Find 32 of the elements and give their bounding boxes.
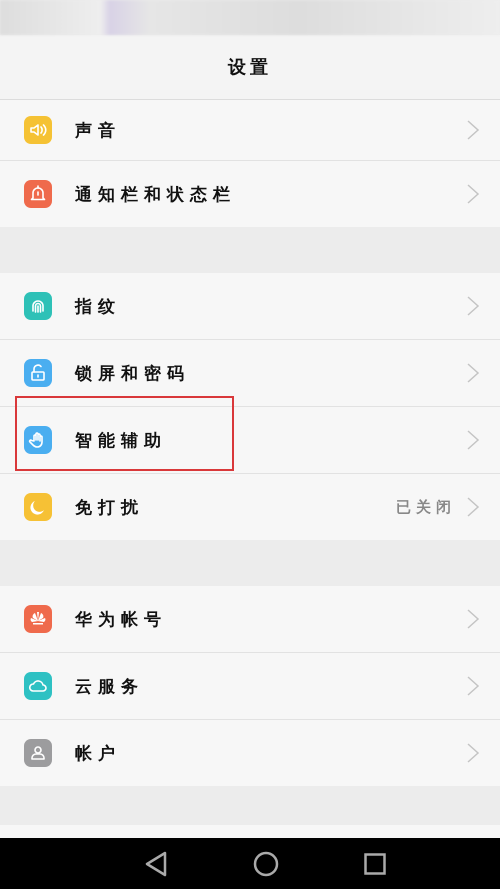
row-label: 华为帐号	[75, 608, 168, 630]
settings-row[interactable]: 通知栏和状态栏	[0, 161, 500, 227]
row-label: 声音	[75, 120, 122, 142]
recent-apps-icon[interactable]	[364, 852, 386, 874]
home-icon[interactable]	[253, 850, 279, 876]
row-label: 通知栏和状态栏	[75, 184, 237, 206]
row-label: 云服务	[75, 676, 145, 698]
chevron-right-icon	[466, 362, 480, 384]
chevron-right-icon	[466, 183, 480, 205]
settings-row[interactable]: 智能辅助	[0, 407, 500, 473]
row-label: 帐户	[75, 742, 122, 764]
chevron-right-icon	[466, 608, 480, 630]
row-label: 锁屏和密码	[75, 362, 191, 384]
settings-row[interactable]: 免打扰 已关闭	[0, 474, 500, 540]
chevron-right-icon	[466, 429, 480, 451]
settings-row[interactable]: 帐户	[0, 720, 500, 786]
settings-row[interactable]: 声音	[0, 100, 500, 160]
chevron-right-icon	[466, 742, 480, 764]
chevron-right-icon	[466, 295, 480, 317]
chevron-right-icon	[466, 496, 480, 518]
row-value: 已关闭	[396, 498, 456, 516]
chevron-right-icon	[466, 119, 480, 141]
settings-row[interactable]: 华为帐号	[0, 586, 500, 652]
row-label: 免打扰	[75, 496, 145, 518]
settings-row[interactable]: 云服务	[0, 653, 500, 719]
chevron-right-icon	[466, 675, 480, 697]
row-label: 智能辅助	[75, 430, 168, 452]
settings-row[interactable]: 锁屏和密码	[0, 340, 500, 406]
back-icon[interactable]	[144, 850, 168, 876]
settings-row[interactable]: 指纹	[0, 273, 500, 339]
row-label: 指纹	[75, 296, 122, 318]
page-title: 设置	[228, 56, 272, 79]
